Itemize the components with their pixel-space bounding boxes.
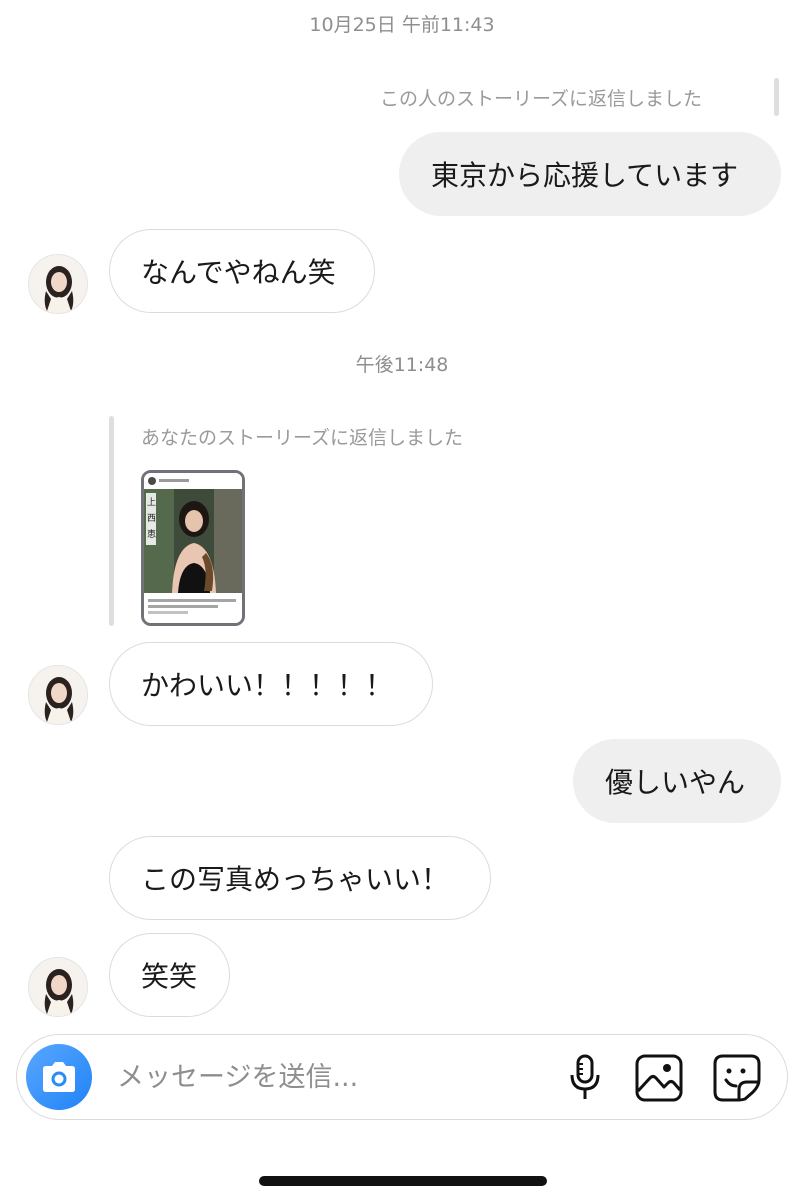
image-icon <box>635 1054 683 1102</box>
timestamp: 10月25日 午前11:43 <box>309 14 495 36</box>
message-composer <box>16 1034 788 1120</box>
message-input[interactable] <box>117 1057 517 1097</box>
message-bubble-incoming[interactable]: この写真めっちゃいい！ <box>109 836 491 920</box>
avatar-photo <box>29 958 87 1016</box>
reply-quote-bar <box>109 416 114 626</box>
avatar-photo <box>29 666 87 724</box>
message-bubble-incoming[interactable]: 笑笑 <box>109 933 230 1017</box>
story-preview-image <box>144 473 242 623</box>
story-preview-title: 上西恵 <box>147 498 157 540</box>
timestamp: 午後11:48 <box>355 354 449 376</box>
story-reply-note: この人のストーリーズに返信しました <box>380 88 703 110</box>
sticker-icon <box>713 1054 761 1102</box>
home-indicator[interactable] <box>259 1176 547 1186</box>
avatar[interactable] <box>28 665 88 725</box>
message-bubble-incoming[interactable]: なんでやねん笑 <box>109 229 375 313</box>
story-preview-card[interactable]: 上西恵 <box>141 470 245 626</box>
camera-button[interactable] <box>26 1044 92 1110</box>
sticker-button[interactable] <box>712 1053 762 1103</box>
story-reply-note: あなたのストーリーズに返信しました <box>141 427 464 449</box>
avatar[interactable] <box>28 254 88 314</box>
microphone-icon <box>570 1054 600 1099</box>
avatar[interactable] <box>28 957 88 1017</box>
reply-quote-bar <box>774 78 779 116</box>
gallery-button[interactable] <box>634 1053 684 1103</box>
camera-icon <box>43 1062 75 1092</box>
avatar-photo <box>29 255 87 313</box>
message-bubble-outgoing[interactable]: 優しいやん <box>573 739 781 823</box>
message-bubble-incoming[interactable]: かわいい！！！！！ <box>109 642 433 726</box>
message-bubble-outgoing[interactable]: 東京から応援しています <box>399 132 781 216</box>
voice-message-button[interactable] <box>565 1053 605 1103</box>
